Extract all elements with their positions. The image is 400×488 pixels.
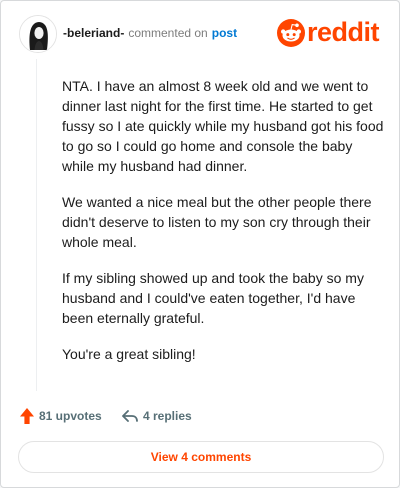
comment-paragraph: NTA. I have an almost 8 week old and we … bbox=[62, 78, 384, 174]
reply-arrow-icon bbox=[122, 410, 138, 422]
comment-meta: -beleriand-commented on post bbox=[63, 26, 237, 40]
comment-header: -beleriand-commented on post reddit bbox=[19, 15, 385, 53]
reddit-snoo-icon bbox=[277, 19, 305, 47]
avatar-portrait-icon bbox=[20, 16, 56, 52]
username[interactable]: -beleriand- bbox=[63, 26, 124, 40]
reddit-wordmark: reddit bbox=[307, 17, 380, 47]
upvote-button[interactable]: 81 upvotes bbox=[19, 405, 102, 427]
upvote-count: 81 upvotes bbox=[39, 409, 102, 423]
upvote-arrow-icon bbox=[20, 408, 34, 424]
view-comments-label: View 4 comments bbox=[150, 450, 252, 464]
comment-paragraph: You're a great sibling! bbox=[62, 346, 196, 362]
thread-line[interactable] bbox=[36, 59, 37, 391]
comment-verb: commented on bbox=[128, 26, 208, 40]
reply-button[interactable]: 4 replies bbox=[121, 405, 192, 427]
view-comments-button[interactable]: View 4 comments bbox=[18, 441, 384, 473]
post-link[interactable]: post bbox=[212, 26, 237, 40]
reddit-logo: reddit bbox=[277, 17, 385, 49]
user-avatar[interactable] bbox=[19, 15, 57, 53]
comment-paragraph: We wanted a nice meal but the other peop… bbox=[62, 194, 372, 250]
comment-body: NTA. I have an almost 8 week old and we … bbox=[62, 76, 384, 380]
reply-count: 4 replies bbox=[143, 409, 192, 423]
comment-card: -beleriand-commented on post reddit NTA. … bbox=[0, 0, 400, 488]
comment-paragraph: If my sibling showed up and took the bab… bbox=[62, 270, 364, 326]
